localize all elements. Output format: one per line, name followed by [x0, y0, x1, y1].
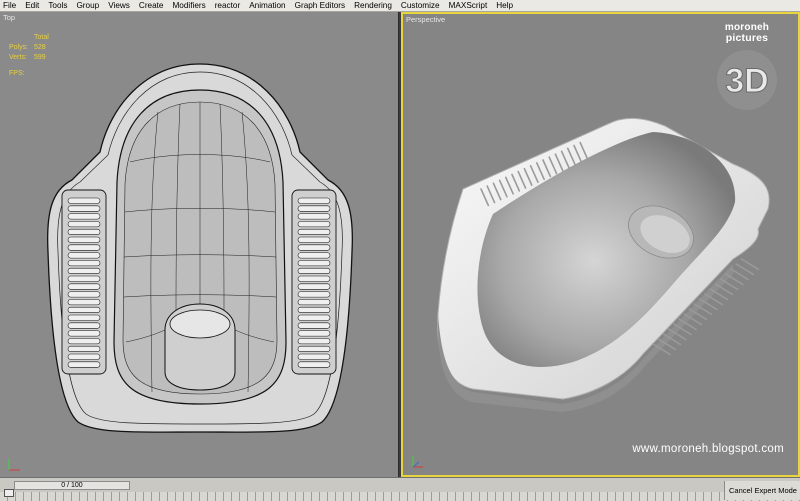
timeline-bar: 0 / 100 [0, 477, 800, 501]
foot-pad-rib [297, 306, 331, 313]
foot-pad-rib [67, 345, 101, 352]
menu-help[interactable]: Help [492, 0, 518, 11]
menu-animation[interactable]: Animation [245, 0, 290, 11]
foot-pad-rib [67, 244, 101, 251]
foot-pad-rib [67, 221, 101, 228]
menu-reactor[interactable]: reactor [210, 0, 244, 11]
foot-pad-rib [67, 260, 101, 267]
foot-pad-rib [297, 330, 331, 337]
foot-pad-rib [67, 197, 101, 204]
foot-pad-rib [67, 283, 101, 290]
foot-pad-rib [297, 314, 331, 321]
foot-pad-rib [297, 205, 331, 212]
foot-pad-rib [67, 291, 101, 298]
foot-pad-rib [297, 267, 331, 274]
foot-pad-rib [297, 299, 331, 306]
foot-pad-rib [67, 338, 101, 345]
foot-pad-rib [297, 228, 331, 235]
menu-file[interactable]: File [0, 0, 21, 11]
menu-customize[interactable]: Customize [396, 0, 444, 11]
toilet-perspective-render [437, 117, 770, 412]
cancel-expert-mode-button[interactable]: Cancel Expert Mode [724, 481, 800, 500]
foot-pad-rib [297, 322, 331, 329]
foot-pad-rib [297, 197, 331, 204]
toilet-wireframe-top-view [46, 63, 354, 433]
foot-pad-rib [67, 299, 101, 306]
foot-pad-rib [67, 275, 101, 282]
foot-pad-rib [67, 353, 101, 360]
foot-pad-rib [297, 283, 331, 290]
foot-pad-rib [297, 275, 331, 282]
menu-views[interactable]: Views [104, 0, 135, 11]
axis-gizmo-icon [8, 459, 20, 471]
menu-rendering[interactable]: Rendering [350, 0, 397, 11]
menu-modifiers[interactable]: Modifiers [168, 0, 210, 11]
menu-create[interactable]: Create [134, 0, 168, 11]
foot-pad-rib [297, 338, 331, 345]
foot-pad-rib [297, 213, 331, 220]
foot-pad-rib [297, 221, 331, 228]
foot-pad-rib [67, 228, 101, 235]
foot-pad-rib [297, 361, 331, 368]
mini-listener-icon[interactable] [4, 489, 14, 497]
foot-pad-rib [67, 306, 101, 313]
foot-pad-rib [297, 236, 331, 243]
watermark-url: www.moroneh.blogspot.com [632, 443, 784, 455]
foot-pad-rib [67, 205, 101, 212]
foot-pad-rib [297, 260, 331, 267]
foot-pad-rib [67, 252, 101, 259]
foot-pad-rib [67, 236, 101, 243]
foot-pad-rib [297, 345, 331, 352]
foot-pad-rib [297, 353, 331, 360]
foot-pad-rib [297, 252, 331, 259]
menu-edit[interactable]: Edit [21, 0, 44, 11]
axis-gizmo-icon [412, 456, 423, 468]
foot-pad-rib [67, 322, 101, 329]
foot-pad-rib [67, 314, 101, 321]
foot-pad-rib [67, 267, 101, 274]
foot-pad-rib [67, 330, 101, 337]
menu-group[interactable]: Group [72, 0, 104, 11]
foot-pad-rib [297, 244, 331, 251]
foot-pad-rib [67, 213, 101, 220]
top-viewport[interactable]: Top Total Polys: 528 Verts: 599 FPS: [0, 12, 399, 477]
perspective-viewport[interactable]: Perspective moroneh pictures 3D www.moro… [401, 12, 800, 477]
menu-graph-editors[interactable]: Graph Editors [290, 0, 350, 11]
menu-bar: File Edit Tools Group Views Create Modif… [0, 0, 800, 12]
menu-tools[interactable]: Tools [44, 0, 72, 11]
time-slider[interactable]: 0 / 100 [14, 481, 130, 490]
foot-pad-rib [297, 291, 331, 298]
menu-maxscript[interactable]: MAXScript [444, 0, 492, 11]
foot-pad-rib [67, 361, 101, 368]
